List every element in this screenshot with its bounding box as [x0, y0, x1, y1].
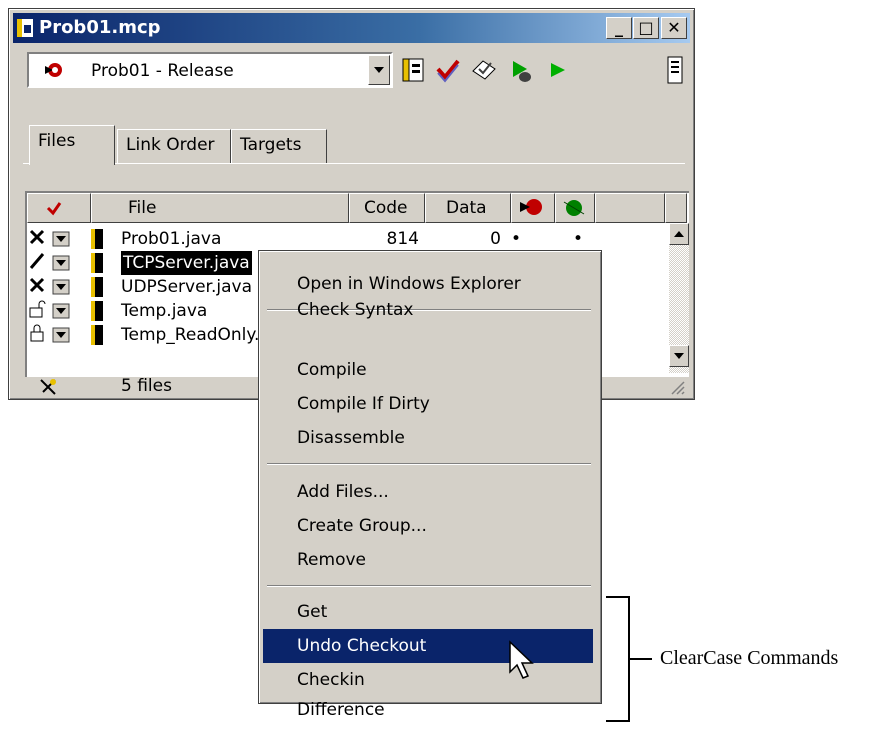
title-bar[interactable]: Prob01.mcp _ □ ✕	[13, 13, 690, 43]
file-data: 0	[490, 229, 501, 249]
clearcase-status-icon	[40, 379, 56, 395]
java-file-icon	[91, 253, 103, 273]
tab-targets[interactable]: Targets	[231, 129, 327, 163]
resize-grip-icon[interactable]	[667, 377, 685, 395]
clearcase-leader-line	[630, 658, 652, 660]
file-code: 814	[386, 229, 419, 249]
dropdown-arrow-icon[interactable]	[52, 303, 70, 319]
tab-label: Link Order	[126, 135, 215, 155]
java-file-icon	[91, 301, 103, 321]
column-header-touch[interactable]	[27, 193, 91, 223]
menu-item-create-group[interactable]: Create Group...	[263, 509, 593, 543]
scroll-up-button[interactable]	[669, 223, 689, 245]
java-file-icon	[91, 277, 103, 297]
menu-item-disassemble[interactable]: Disassemble	[263, 421, 593, 455]
checked-out-pencil-icon[interactable]	[27, 251, 47, 271]
check-syntax-icon[interactable]	[435, 55, 461, 85]
window-title: Prob01.mcp	[39, 17, 161, 38]
column-header-code[interactable]: Code	[349, 193, 425, 223]
menu-item-checkin[interactable]: Checkin	[263, 663, 593, 697]
clearcase-annotation: ClearCase Commands	[660, 647, 839, 669]
dropdown-arrow-icon[interactable]	[52, 255, 70, 271]
dropdown-arrow-icon[interactable]	[52, 279, 70, 295]
target-select-value: Prob01 - Release	[91, 61, 234, 81]
target-select[interactable]: Prob01 - Release	[27, 52, 393, 88]
locked-icon[interactable]	[27, 323, 47, 343]
bug-icon	[563, 200, 585, 216]
project-file-icon	[17, 19, 33, 37]
target-icon	[520, 199, 542, 215]
menu-item-difference[interactable]: Difference	[263, 693, 593, 727]
column-header-data[interactable]: Data	[425, 193, 511, 223]
file-name: Temp.java	[121, 301, 208, 321]
tab-files[interactable]: Files	[29, 125, 115, 165]
context-menu: Open in Windows Explorer Check Syntax Co…	[258, 250, 602, 720]
unlocked-icon[interactable]	[27, 299, 47, 319]
file-debug-bullet: •	[573, 229, 584, 249]
target-icon	[45, 63, 62, 77]
table-row[interactable]: Prob01.java 814 0 • •	[27, 227, 667, 251]
menu-item-get[interactable]: Get	[263, 595, 593, 629]
file-count: 5 files	[121, 376, 172, 396]
tab-link-order[interactable]: Link Order	[117, 129, 231, 163]
java-file-icon	[91, 325, 103, 345]
chevron-up-icon	[674, 231, 684, 237]
file-target-bullet: •	[511, 229, 522, 249]
checkmark-icon	[46, 202, 62, 216]
menu-item-add-files[interactable]: Add Files...	[263, 475, 593, 509]
not-checked-out-icon[interactable]	[27, 275, 47, 295]
menu-item-check-syntax[interactable]: Check Syntax	[263, 293, 593, 327]
project-inspector-icon[interactable]	[663, 55, 689, 85]
chevron-down-icon[interactable]	[368, 55, 390, 85]
menu-separator	[267, 585, 591, 587]
chevron-down-icon	[674, 353, 684, 359]
file-name: Prob01.java	[121, 229, 222, 249]
mouse-cursor-icon	[509, 640, 534, 679]
tab-label: Targets	[240, 135, 302, 155]
minimize-button[interactable]: _	[606, 17, 632, 39]
file-name: UDPServer.java	[121, 277, 252, 297]
compile-icon[interactable]	[471, 55, 497, 85]
column-header-target[interactable]	[511, 193, 555, 223]
target-settings-icon[interactable]	[401, 55, 427, 85]
dropdown-arrow-icon[interactable]	[52, 231, 70, 247]
scroll-corner	[665, 193, 687, 223]
menu-separator	[267, 463, 591, 465]
menu-item-remove[interactable]: Remove	[263, 543, 593, 577]
maximize-button[interactable]: □	[633, 17, 659, 39]
column-header-file[interactable]: File	[91, 193, 349, 223]
debug-icon[interactable]	[509, 55, 535, 85]
clearcase-bracket	[606, 596, 630, 722]
column-header-status[interactable]	[595, 193, 665, 223]
menu-item-compile[interactable]: Compile	[263, 353, 593, 387]
tab-label: Files	[38, 131, 76, 151]
vertical-scrollbar[interactable]	[669, 223, 689, 373]
scroll-down-button[interactable]	[669, 345, 689, 367]
run-icon[interactable]	[545, 55, 571, 85]
close-button[interactable]: ✕	[661, 17, 687, 39]
java-file-icon	[91, 229, 103, 249]
not-checked-out-icon[interactable]	[27, 227, 47, 247]
menu-item-undo-checkout[interactable]: Undo Checkout	[263, 629, 593, 663]
menu-item-compile-if-dirty[interactable]: Compile If Dirty	[263, 387, 593, 421]
file-name: TCPServer.java	[121, 251, 252, 275]
column-header-debug[interactable]	[555, 193, 595, 223]
dropdown-arrow-icon[interactable]	[52, 327, 70, 343]
